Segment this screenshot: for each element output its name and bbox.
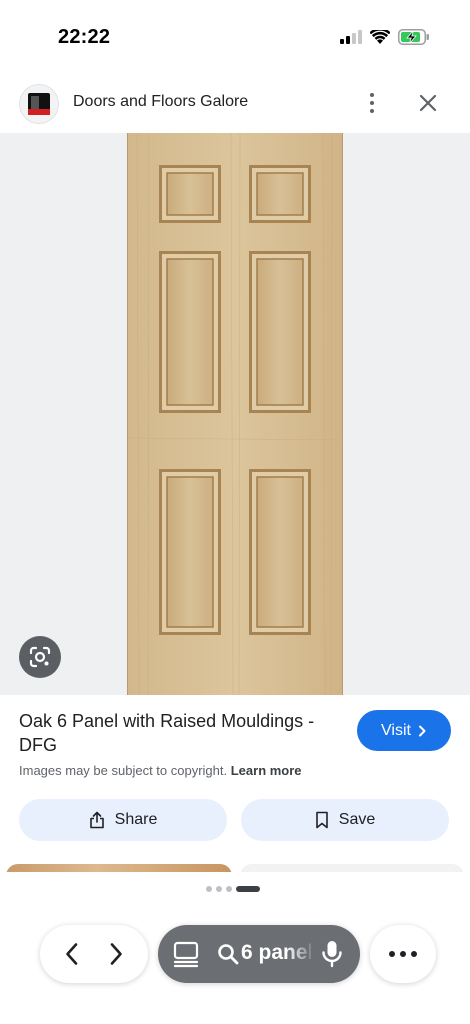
door-image bbox=[127, 133, 343, 695]
search-bar[interactable]: 6 panel bbox=[158, 925, 360, 983]
result-title[interactable]: Oak 6 Panel with Raised Mouldings - DFG bbox=[19, 709, 349, 757]
site-favicon[interactable] bbox=[19, 84, 59, 124]
visit-label: Visit bbox=[381, 721, 411, 739]
door-panel-top-right bbox=[249, 165, 311, 223]
more-horiz-icon-dot bbox=[389, 951, 395, 957]
door-panel-bottom-left bbox=[159, 469, 221, 635]
door-panel-middle-left bbox=[159, 251, 221, 413]
status-bar: 22:22 bbox=[0, 0, 470, 74]
save-button[interactable]: Save bbox=[241, 799, 449, 841]
more-horiz-icon-dot bbox=[400, 951, 406, 957]
search-icon bbox=[218, 944, 239, 965]
more-horiz-icon-dot bbox=[411, 951, 417, 957]
copyright-notice: Images may be subject to copyright. Lear… bbox=[19, 763, 302, 778]
google-lens-button[interactable] bbox=[19, 636, 61, 678]
site-logo-icon bbox=[28, 93, 50, 115]
visit-button[interactable]: Visit bbox=[357, 710, 451, 751]
more-vert-icon-dot bbox=[370, 93, 374, 97]
close-button[interactable] bbox=[414, 88, 442, 118]
page-dot bbox=[216, 886, 222, 892]
page-indicator bbox=[206, 886, 260, 892]
site-name[interactable]: Doors and Floors Galore bbox=[73, 93, 248, 111]
status-icons bbox=[340, 29, 430, 45]
share-button[interactable]: Share bbox=[19, 799, 227, 841]
page-dot-active bbox=[236, 886, 260, 892]
door-panel-bottom-right bbox=[249, 469, 311, 635]
mic-icon[interactable] bbox=[319, 939, 345, 969]
door-panel-middle-right bbox=[249, 251, 311, 413]
more-vert-icon-dot bbox=[370, 109, 374, 113]
share-label: Share bbox=[114, 811, 158, 828]
more-vert-icon-dot bbox=[370, 101, 374, 105]
battery-charging-icon bbox=[398, 29, 429, 45]
page-dot bbox=[206, 886, 212, 892]
bookmark-icon bbox=[315, 811, 328, 829]
more-options-button[interactable] bbox=[358, 88, 386, 118]
chevron-right-icon bbox=[110, 943, 122, 965]
learn-more-link[interactable]: Learn more bbox=[231, 763, 302, 778]
save-label: Save bbox=[338, 811, 376, 828]
tabs-icon[interactable] bbox=[172, 940, 200, 968]
back-button[interactable] bbox=[54, 936, 90, 972]
share-icon bbox=[89, 811, 104, 829]
forward-button[interactable] bbox=[98, 936, 134, 972]
close-icon bbox=[419, 94, 437, 112]
navigation-pill bbox=[40, 925, 148, 983]
wifi-icon bbox=[370, 29, 390, 44]
page-dot bbox=[226, 886, 232, 892]
image-preview[interactable] bbox=[0, 133, 470, 695]
chevron-left-icon bbox=[66, 943, 78, 965]
status-time: 22:22 bbox=[58, 26, 111, 48]
signal-icon bbox=[340, 30, 362, 44]
door-panel-top-left bbox=[159, 165, 221, 223]
menu-button[interactable] bbox=[370, 925, 436, 983]
chevron-right-icon bbox=[418, 725, 426, 736]
search-text-fade bbox=[286, 935, 316, 973]
google-lens-icon bbox=[29, 646, 51, 668]
copyright-text: Images may be subject to copyright. bbox=[19, 763, 228, 778]
